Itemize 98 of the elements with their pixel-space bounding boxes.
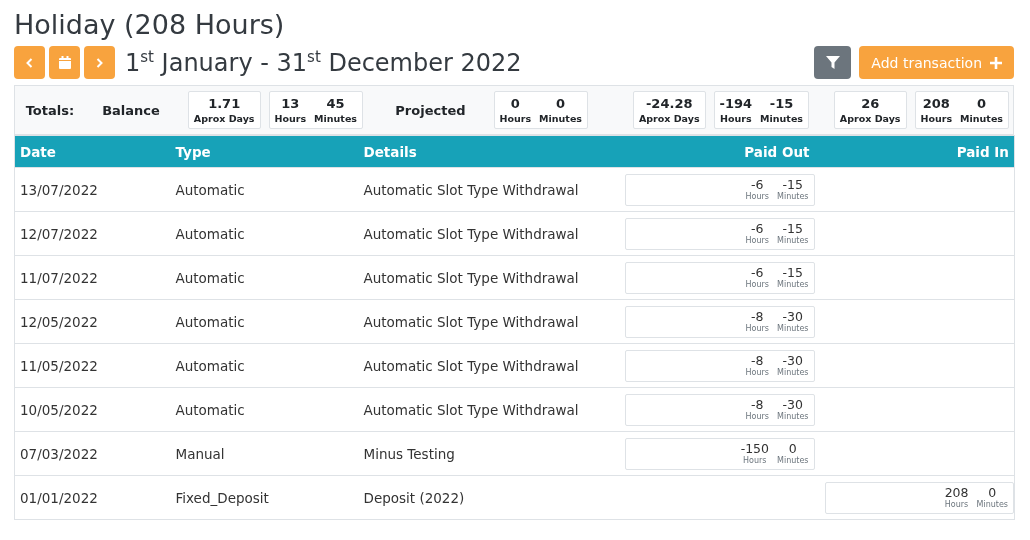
next-button[interactable] bbox=[84, 46, 115, 79]
time-value: 0 bbox=[788, 441, 797, 456]
table-cell: 13/07/2022 bbox=[14, 167, 171, 212]
total-value: 45 bbox=[326, 95, 345, 112]
unit-label: Hours bbox=[499, 112, 532, 125]
filter-button[interactable] bbox=[814, 46, 852, 79]
table-cell: 12/07/2022 bbox=[14, 211, 171, 256]
unit-label: Hours bbox=[745, 368, 769, 378]
time-value: -150 bbox=[740, 441, 769, 456]
unit-label: Minutes bbox=[314, 112, 357, 125]
column-header: Paid In bbox=[814, 135, 1015, 168]
unit-label: Hours bbox=[720, 112, 752, 125]
table-cell: Deposit (2022) bbox=[358, 475, 615, 520]
time-value: -8 bbox=[751, 353, 764, 368]
column-header: Paid Out bbox=[614, 135, 815, 168]
chevron-left-icon bbox=[26, 57, 33, 68]
date-range: 1$^{st}$ January - 31$^{st}$ December 2022 bbox=[125, 48, 522, 77]
page-title: Holiday (208 Hours) bbox=[14, 8, 286, 42]
unit-label: Hours bbox=[920, 112, 953, 125]
total-value: 13 bbox=[281, 95, 300, 112]
unit-label: Aprox Days bbox=[193, 112, 255, 125]
time-value: -6 bbox=[751, 221, 764, 236]
table-cell: Automatic bbox=[170, 167, 359, 212]
table-cell: Automatic bbox=[170, 211, 359, 256]
unit-label: Hours bbox=[745, 324, 769, 334]
column-header: Details bbox=[358, 135, 615, 168]
unit-label: Aprox Days bbox=[638, 112, 700, 125]
table-cell: 07/03/2022 bbox=[14, 431, 171, 476]
table-cell: 01/01/2022 bbox=[14, 475, 171, 520]
unit-label: Minutes bbox=[760, 112, 803, 125]
unit-label: Hours bbox=[944, 500, 969, 510]
time-value: -6 bbox=[751, 265, 764, 280]
table-cell: Automatic Slot Type Withdrawal bbox=[358, 167, 615, 212]
totals-label: Projected bbox=[395, 102, 466, 118]
unit-label: Hours bbox=[745, 412, 769, 422]
total-value: 0 bbox=[510, 95, 520, 112]
total-value: 1.71 bbox=[208, 95, 241, 112]
total-value: 26 bbox=[861, 95, 880, 112]
table-cell: Automatic Slot Type Withdrawal bbox=[358, 255, 615, 300]
table-cell: Automatic Slot Type Withdrawal bbox=[358, 343, 615, 388]
time-value: -30 bbox=[782, 353, 803, 368]
table-cell: 10/05/2022 bbox=[14, 387, 171, 432]
time-value: 0 bbox=[988, 485, 997, 500]
time-value: -15 bbox=[782, 177, 803, 192]
unit-label: Minutes bbox=[777, 324, 809, 334]
table-cell: Automatic Slot Type Withdrawal bbox=[358, 299, 615, 344]
total-value: -15 bbox=[769, 95, 794, 112]
calendar-button[interactable] bbox=[49, 46, 80, 79]
totals-label: Totals: bbox=[25, 102, 75, 118]
column-header: Date bbox=[14, 135, 171, 168]
unit-label: Minutes bbox=[777, 412, 809, 422]
table-cell: Automatic bbox=[170, 387, 359, 432]
unit-label: Minutes bbox=[777, 456, 809, 466]
time-value: -15 bbox=[782, 221, 803, 236]
unit-label: Hours bbox=[743, 456, 767, 466]
time-value: -8 bbox=[751, 397, 764, 412]
column-header: Type bbox=[170, 135, 359, 168]
unit-label: Minutes bbox=[960, 112, 1003, 125]
previous-button[interactable] bbox=[14, 46, 45, 79]
table-cell: Automatic bbox=[170, 255, 359, 300]
total-value: -24.28 bbox=[645, 95, 693, 112]
time-value: -8 bbox=[751, 309, 764, 324]
table-cell: Automatic bbox=[170, 299, 359, 344]
unit-label: Hours bbox=[745, 192, 769, 202]
unit-label: Minutes bbox=[539, 112, 582, 125]
filter-icon bbox=[825, 55, 840, 70]
table-cell: Automatic bbox=[170, 343, 359, 388]
time-value: -6 bbox=[751, 177, 764, 192]
total-value: -194 bbox=[719, 95, 753, 112]
table-cell: Minus Testing bbox=[358, 431, 615, 476]
table-cell: 12/05/2022 bbox=[14, 299, 171, 344]
unit-label: Hours bbox=[745, 236, 769, 246]
unit-label: Minutes bbox=[777, 280, 809, 290]
total-value: 0 bbox=[556, 95, 566, 112]
table-cell: Manual bbox=[170, 431, 359, 476]
unit-label: Minutes bbox=[777, 236, 809, 246]
unit-label: Minutes bbox=[777, 368, 809, 378]
total-value: 0 bbox=[977, 95, 987, 112]
chevron-right-icon bbox=[96, 57, 103, 68]
time-value: -15 bbox=[782, 265, 803, 280]
time-value: 208 bbox=[944, 485, 969, 500]
table-cell: 11/05/2022 bbox=[14, 343, 171, 388]
unit-label: Hours bbox=[745, 280, 769, 290]
table-cell: Automatic Slot Type Withdrawal bbox=[358, 211, 615, 256]
plus-icon bbox=[990, 56, 1002, 69]
calendar-icon bbox=[58, 56, 71, 69]
unit-label: Aprox Days bbox=[839, 112, 901, 125]
table-cell: 11/07/2022 bbox=[14, 255, 171, 300]
unit-label: Hours bbox=[274, 112, 307, 125]
unit-label: Minutes bbox=[777, 192, 809, 202]
table-cell: Fixed_Deposit bbox=[170, 475, 359, 520]
time-value: -30 bbox=[782, 309, 803, 324]
total-value: 208 bbox=[922, 95, 950, 112]
totals-label: Balance bbox=[102, 102, 160, 118]
table-cell: Automatic Slot Type Withdrawal bbox=[358, 387, 615, 432]
unit-label: Minutes bbox=[976, 500, 1008, 510]
time-value: -30 bbox=[782, 397, 803, 412]
add-transaction-button[interactable]: Add transaction bbox=[859, 46, 1014, 79]
